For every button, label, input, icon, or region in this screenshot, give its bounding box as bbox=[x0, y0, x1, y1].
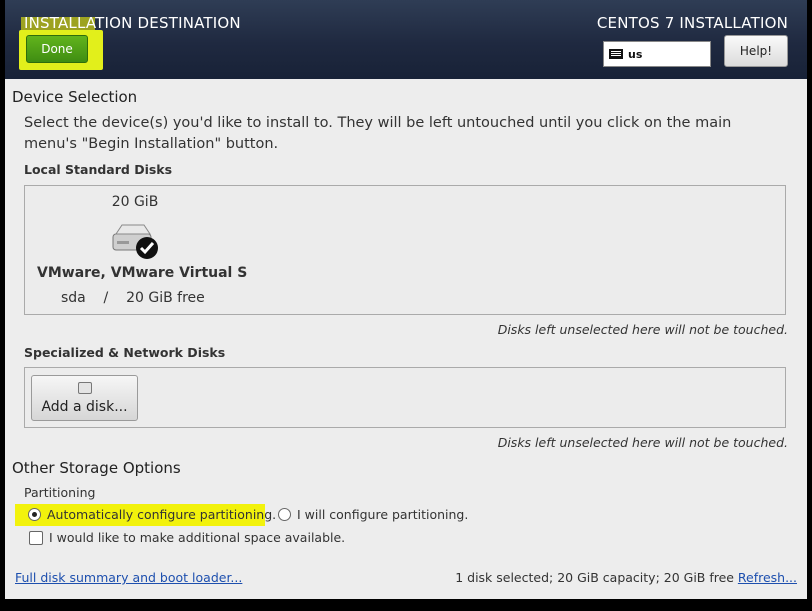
device-selection-heading: Device Selection bbox=[12, 88, 138, 106]
disk-sda[interactable]: 20 GiB VMware, VMware Virtual S sda / 20… bbox=[25, 186, 248, 314]
additional-space-checkbox[interactable]: I would like to make additional space av… bbox=[29, 530, 345, 545]
partitioning-label: Partitioning bbox=[24, 485, 96, 500]
auto-partition-radio[interactable]: Automatically configure partitioning. bbox=[28, 507, 276, 522]
installer-window: INSTALLATION DESTINATION Done CENTOS 7 I… bbox=[0, 0, 812, 611]
disk-summary-link[interactable]: Full disk summary and boot loader... bbox=[15, 570, 242, 585]
done-button[interactable]: Done bbox=[26, 35, 88, 63]
keyboard-icon bbox=[609, 49, 623, 59]
local-disks-panel: 20 GiB VMware, VMware Virtual S sda / 20… bbox=[24, 185, 786, 315]
product-title: CENTOS 7 INSTALLATION bbox=[596, 14, 788, 32]
disk-size: 20 GiB bbox=[111, 194, 159, 210]
main-content: Device Selection Select the device(s) yo… bbox=[5, 79, 807, 599]
device-selection-description: Select the device(s) you'd like to insta… bbox=[24, 115, 732, 152]
add-disk-label: Add a disk... bbox=[41, 399, 128, 415]
manual-partition-radio[interactable]: I will configure partitioning. bbox=[278, 507, 468, 522]
specialized-disks-label: Specialized & Network Disks bbox=[24, 345, 226, 360]
other-storage-heading: Other Storage Options bbox=[12, 459, 181, 477]
add-disk-button[interactable]: Add a disk... bbox=[31, 375, 138, 421]
help-button[interactable]: Help! bbox=[724, 35, 788, 67]
auto-partition-label: Automatically configure partitioning. bbox=[47, 507, 277, 522]
local-disks-note: Disks left unselected here will not be t… bbox=[497, 322, 788, 337]
checkbox-icon bbox=[29, 530, 43, 545]
specialized-disks-note: Disks left unselected here will not be t… bbox=[497, 435, 788, 450]
manual-partition-label: I will configure partitioning. bbox=[297, 507, 469, 522]
refresh-link[interactable]: Refresh... bbox=[738, 570, 797, 585]
radio-unselected-icon bbox=[278, 508, 291, 521]
done-highlight: Done bbox=[19, 30, 103, 70]
keyboard-layout-indicator[interactable]: us bbox=[603, 41, 711, 67]
disk-info: sda / 20 GiB free bbox=[61, 290, 205, 306]
specialized-disks-panel: Add a disk... bbox=[24, 367, 786, 428]
disk-status-summary: 1 disk selected; 20 GiB capacity; 20 GiB… bbox=[455, 570, 734, 585]
keyboard-layout-label: us bbox=[628, 47, 643, 61]
disk-name: VMware, VMware Virtual S bbox=[37, 265, 248, 281]
radio-selected-icon bbox=[28, 508, 41, 521]
local-disks-label: Local Standard Disks bbox=[24, 162, 173, 177]
header-bar: INSTALLATION DESTINATION Done CENTOS 7 I… bbox=[5, 0, 807, 79]
footer-bar: Full disk summary and boot loader... 1 d… bbox=[5, 563, 807, 593]
disk-add-icon bbox=[78, 382, 92, 394]
hard-disk-selected-icon bbox=[112, 224, 158, 259]
additional-space-label: I would like to make additional space av… bbox=[49, 530, 346, 545]
page-title: INSTALLATION DESTINATION bbox=[21, 14, 241, 35]
